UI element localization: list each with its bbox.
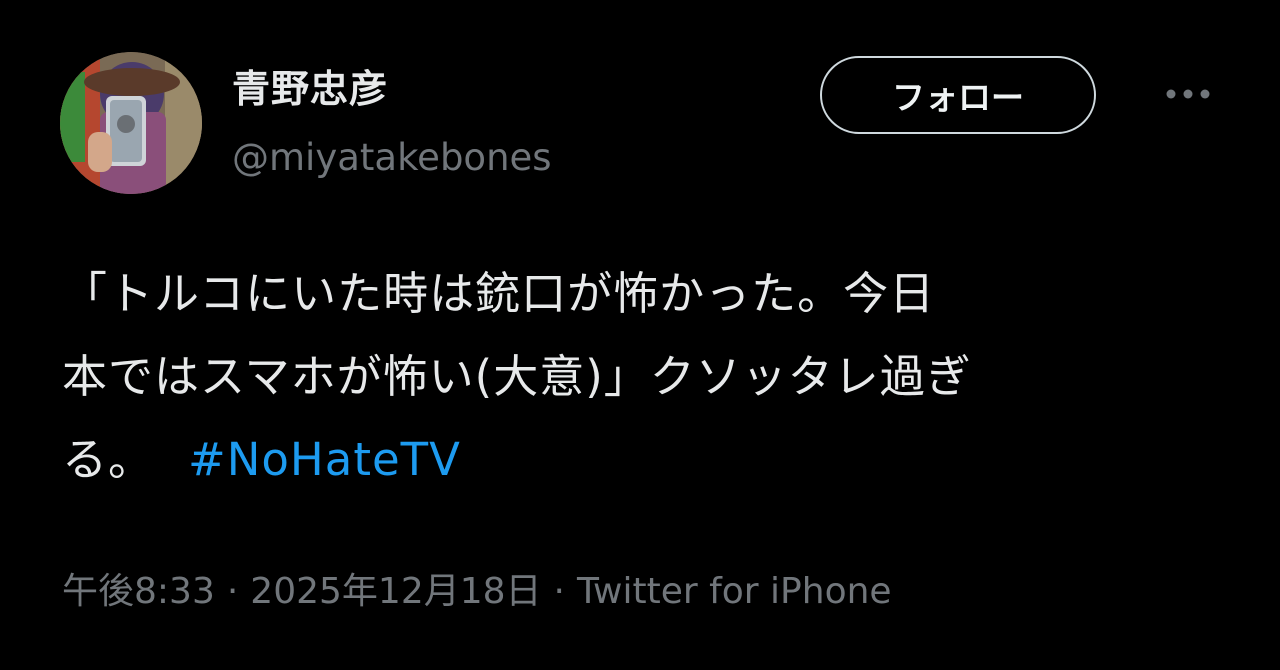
author-handle[interactable]: @miyatakebones [232,136,552,179]
tweet-source[interactable]: Twitter for iPhone [577,571,892,612]
tweet-text-line-end: る。 [62,433,155,486]
avatar[interactable] [60,52,202,194]
more-horizontal-icon [1166,89,1210,99]
tweet-text-line: 「トルコにいた時は銃口が怖かった。今日 [62,267,936,320]
author-display-name[interactable]: 青野忠彦 [232,58,388,113]
separator: · [553,571,565,612]
tweet-text-line: る。 #NoHateTV [62,418,1232,501]
tweet-metadata: 午後8:33 · 2025年12月18日 · Twitter for iPhone [62,562,892,614]
separator: · [226,571,239,612]
hashtag-link[interactable]: #NoHateTV [188,433,461,486]
more-options-button[interactable] [1158,74,1218,114]
tweet-text: 「トルコにいた時は銃口が怖かった。今日 本ではスマホが怖い(大意)」クソッタレ過… [62,252,1232,501]
tweet-text-line: 本ではスマホが怖い(大意)」クソッタレ過ぎ [62,350,972,403]
follow-button[interactable]: フォロー [820,56,1096,134]
tweet-card: 青野忠彦 @miyatakebones フォロー 「トルコにいた時は銃口が怖かっ… [0,0,1280,670]
tweet-date[interactable]: 2025年12月18日 [250,571,541,612]
tweet-time[interactable]: 午後8:33 [62,571,215,612]
